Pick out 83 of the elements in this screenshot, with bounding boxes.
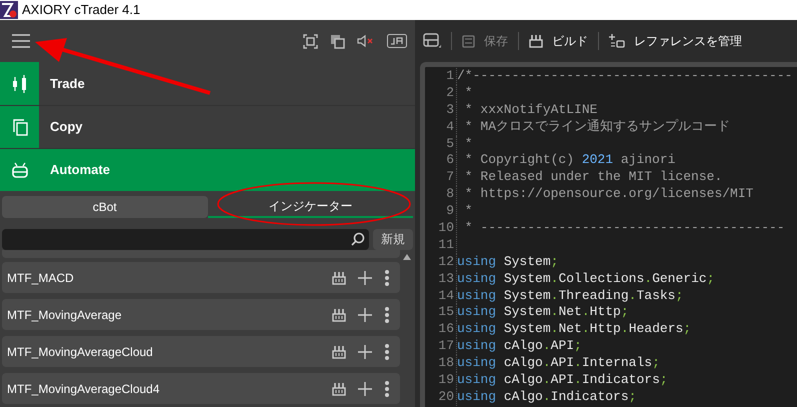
item-name: MTF_MovingAverage — [7, 306, 122, 324]
code-line: * — [464, 203, 473, 220]
line-number: 5 — [425, 136, 457, 152]
build-icon[interactable] — [332, 308, 346, 322]
code-line: using System.Net.Http.Headers; — [457, 321, 692, 338]
item-name: MTF_MovingAverageCloud — [7, 344, 154, 360]
nav-label: Trade — [50, 74, 85, 93]
code-line: /*----------------------------------------- — [457, 68, 792, 85]
item-name: MTF_MACD — [7, 270, 75, 286]
add-icon[interactable] — [358, 270, 372, 284]
add-icon[interactable] — [358, 382, 372, 396]
language-icon[interactable] — [387, 34, 407, 48]
candlestick-icon — [10, 74, 28, 94]
list-item[interactable]: MTF_MovingAverage — [2, 299, 400, 330]
more-icon[interactable] — [384, 268, 390, 286]
more-icon[interactable] — [384, 306, 390, 324]
code-line: using cAlgo.Indicators; — [457, 388, 636, 406]
add-icon[interactable] — [358, 308, 372, 322]
new-button[interactable]: 新規 — [373, 228, 413, 250]
more-icon[interactable] — [384, 380, 390, 398]
toolbar-button[interactable]: レファレンスを管理 — [609, 32, 742, 50]
scroll-up-icon[interactable] — [403, 254, 411, 260]
code-line: using System.Collections.Generic; — [457, 270, 714, 288]
code-line: * — [464, 136, 473, 152]
code-line: * --------------------------------------- — [464, 220, 785, 237]
nav-label: Automate — [50, 161, 110, 180]
copy-icon — [12, 118, 28, 136]
nav-item[interactable]: Copy — [0, 105, 415, 148]
toolbar-button[interactable]: ビルド — [529, 32, 588, 50]
list-item[interactable]: MTF_MACD — [2, 262, 400, 293]
code-line: * MAクロスでライン通知するサンプルコード — [464, 118, 730, 136]
save-icon — [462, 34, 475, 48]
line-number: 17 — [425, 338, 457, 356]
window-title: AXIORY cTrader 4.1 — [22, 1, 140, 20]
line-number: 7 — [425, 169, 457, 186]
code-line: * https://opensource.org/licenses/MIT — [464, 186, 754, 204]
windows-icon[interactable] — [330, 34, 345, 48]
line-number: 4 — [425, 118, 457, 136]
line-number: 10 — [425, 220, 457, 237]
code-line: using cAlgo.API.Internals; — [457, 355, 660, 372]
line-number: 16 — [425, 321, 457, 338]
item-name: MTF_MovingAverageCloud4 — [7, 380, 161, 398]
line-number: 1 — [425, 68, 457, 85]
line-number: 2 — [425, 84, 457, 102]
nav-label: Copy — [50, 118, 82, 136]
list-item[interactable]: MTF_MovingAverageCloud4 — [2, 373, 400, 404]
build-icon[interactable] — [332, 270, 346, 284]
code-line: * xxxNotifyAtLINE — [464, 102, 598, 119]
nav-item[interactable]: Automate — [0, 148, 415, 191]
list-item[interactable]: MTF_MovingAverageCloud — [2, 336, 400, 367]
search-icon — [351, 232, 365, 246]
line-number: 14 — [425, 288, 457, 304]
code-line: using cAlgo.API.Indicators; — [457, 372, 668, 389]
line-number: 13 — [425, 270, 457, 288]
code-line: using System; — [457, 254, 558, 271]
line-number: 6 — [425, 152, 457, 170]
search-field[interactable] — [2, 228, 369, 250]
code-line: using System.Net.Http; — [457, 304, 629, 322]
tab[interactable]: cBot — [2, 196, 208, 218]
mute-icon[interactable] — [357, 34, 375, 48]
line-number: 15 — [425, 304, 457, 322]
reference-icon — [609, 34, 625, 48]
fullscreen-icon[interactable] — [303, 34, 318, 48]
line-number: 18 — [425, 355, 457, 372]
build-icon — [529, 34, 543, 48]
code-line: * Copyright(c) 2021 ajinori — [464, 152, 676, 170]
code-line: * — [464, 84, 473, 102]
code-line: * Released under the MIT license. — [464, 169, 722, 186]
line-number: 9 — [425, 203, 457, 220]
line-number: 8 — [425, 186, 457, 204]
add-icon[interactable] — [358, 344, 372, 358]
code-line: using System.Threading.Tasks; — [457, 288, 684, 304]
line-number: 3 — [425, 102, 457, 119]
line-number: 19 — [425, 372, 457, 389]
line-number: 20 — [425, 388, 457, 406]
robot-icon — [10, 162, 28, 178]
line-number: 12 — [425, 254, 457, 271]
build-icon[interactable] — [332, 344, 346, 358]
layout-icon[interactable] — [423, 33, 441, 49]
more-icon[interactable] — [384, 342, 390, 360]
build-icon[interactable] — [332, 382, 346, 396]
line-number: 11 — [425, 236, 457, 254]
code-line: using cAlgo.API; — [457, 338, 582, 356]
